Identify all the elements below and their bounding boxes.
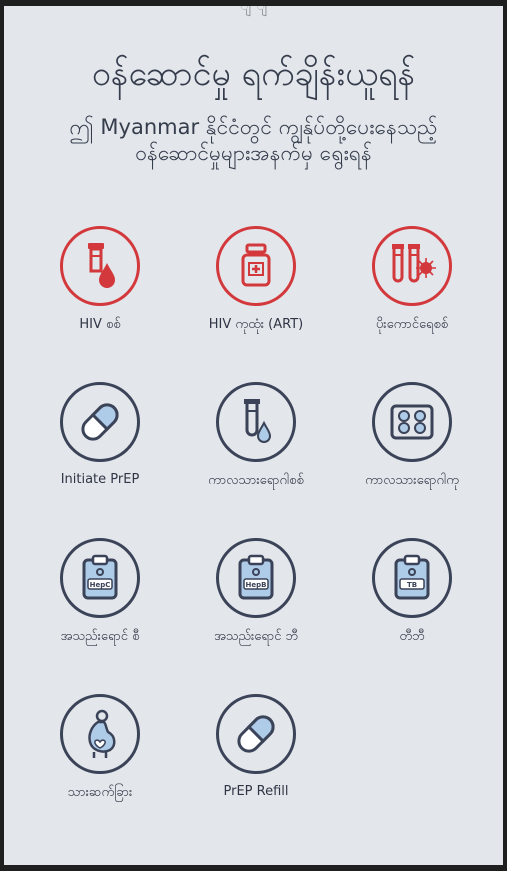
service-label: HIV ကုထုံး (ART) bbox=[208, 317, 304, 332]
service-initiate-prep[interactable]: Initiate PrEP bbox=[22, 382, 178, 538]
service-family-planning[interactable]: သားဆက်ခြား bbox=[22, 694, 178, 850]
pill-blister-icon bbox=[372, 382, 452, 462]
service-tb[interactable]: TB တီဘီ bbox=[334, 538, 490, 694]
bottom-bar bbox=[0, 865, 507, 871]
service-label: HIV စစ် bbox=[79, 317, 121, 332]
service-hepatitis-c[interactable]: HepC အသည်းရောင် စီ bbox=[22, 538, 178, 694]
service-hepatitis-b[interactable]: HepB အသည်းရောင် ဘီ bbox=[178, 538, 334, 694]
test-tubes-virus-icon bbox=[372, 226, 452, 306]
cut-off-text: ျ ျ bbox=[240, 6, 267, 14]
service-label: ကာလသားရောဂါစစ် bbox=[208, 473, 304, 488]
service-grid: HIV စစ် HIV ကုထုံး (ART) ပိုးကောင်ရေစစ် … bbox=[22, 226, 492, 850]
service-label: တီဘီ bbox=[399, 629, 425, 644]
medicine-bottle-icon bbox=[216, 226, 296, 306]
service-hiv-art[interactable]: HIV ကုထုံး (ART) bbox=[178, 226, 334, 382]
service-label: PrEP Refill bbox=[223, 784, 289, 799]
clipboard-tb-icon: TB bbox=[372, 538, 452, 618]
service-label: အသည်းရောင် စီ bbox=[60, 629, 140, 644]
service-viral-load[interactable]: ပိုးကောင်ရေစစ် bbox=[334, 226, 490, 382]
badge-text: HepB bbox=[246, 581, 267, 589]
service-label: အသည်းရောင် ဘီ bbox=[213, 629, 299, 644]
tube-drop-icon bbox=[216, 382, 296, 462]
clipboard-hepb-icon: HepB bbox=[216, 538, 296, 618]
service-prep-refill[interactable]: PrEP Refill bbox=[178, 694, 334, 850]
blood-tube-drop-icon bbox=[60, 226, 140, 306]
service-sti-treatment[interactable]: ကာလသားရောဂါကု bbox=[334, 382, 490, 538]
app-screen: ျ ျ ဝန်ဆောင်မှု ရက်ချိန်းယူရန် ဤ Myanmar… bbox=[4, 6, 503, 865]
service-label: သားဆက်ခြား bbox=[67, 785, 133, 800]
service-label: ပိုးကောင်ရေစစ် bbox=[375, 317, 449, 332]
pill-capsule-icon bbox=[60, 382, 140, 462]
service-hiv-test[interactable]: HIV စစ် bbox=[22, 226, 178, 382]
service-sti-test[interactable]: ကာလသားရောဂါစစ် bbox=[178, 382, 334, 538]
badge-text: TB bbox=[407, 581, 417, 589]
badge-text: HepC bbox=[90, 581, 111, 589]
service-label: ကာလသားရောဂါကု bbox=[365, 473, 459, 488]
pregnancy-icon bbox=[60, 694, 140, 774]
page-subtitle: ဤ Myanmar နိုင်ငံတွင် ကျွန်ုပ်တို့ပေးနေသ… bbox=[69, 115, 438, 165]
service-label: Initiate PrEP bbox=[60, 472, 140, 487]
clipboard-hepc-icon: HepC bbox=[60, 538, 140, 618]
page-title: ဝန်ဆောင်မှု ရက်ချိန်းယူရန် bbox=[91, 54, 416, 94]
pill-capsule-icon bbox=[216, 694, 296, 774]
